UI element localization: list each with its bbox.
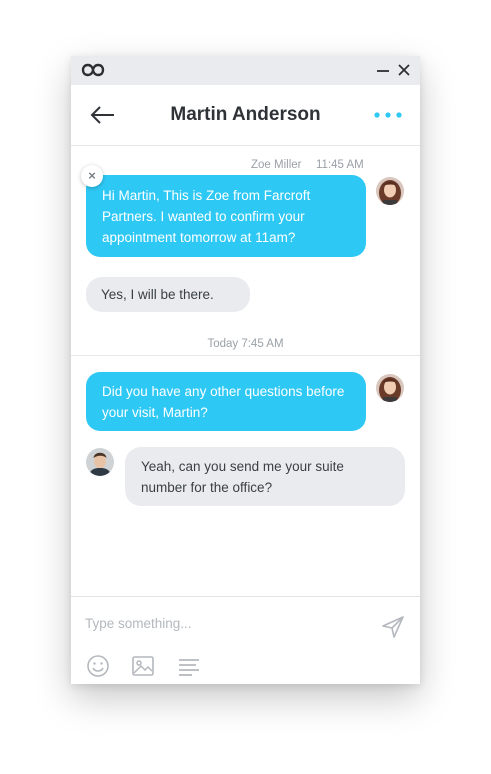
close-icon[interactable] xyxy=(396,62,412,78)
message-time: 11:45 AM xyxy=(316,159,364,171)
message-text: Did you have any other questions before … xyxy=(102,384,345,420)
message-text: Yeah, can you send me your suite number … xyxy=(141,459,344,495)
separator-line xyxy=(71,355,420,356)
avatar-zoe xyxy=(376,177,404,205)
infinity-logo-icon xyxy=(81,63,105,77)
dismiss-message-button[interactable]: × xyxy=(81,165,103,187)
minimize-icon[interactable] xyxy=(375,62,391,78)
image-icon[interactable] xyxy=(130,653,156,679)
day-separator: Today 7:45 AM xyxy=(207,338,284,350)
chat-window: Martin Anderson Zoe Miller 11:45 AM Hi M… xyxy=(71,56,420,684)
more-dots-icon[interactable] xyxy=(373,111,403,119)
outgoing-message[interactable]: Hi Martin, This is Zoe from Farcroft Par… xyxy=(86,175,366,257)
avatar-martin xyxy=(86,448,114,476)
message-sender: Zoe Miller xyxy=(251,159,302,171)
message-input[interactable] xyxy=(85,612,365,634)
window-titlebar[interactable] xyxy=(71,56,420,85)
send-icon[interactable] xyxy=(380,614,406,640)
emoji-icon[interactable] xyxy=(85,653,111,679)
contact-name: Martin Anderson xyxy=(170,104,321,125)
chat-header: Martin Anderson xyxy=(71,85,420,146)
message-text: Yes, I will be there. xyxy=(101,287,214,302)
outgoing-message[interactable]: Did you have any other questions before … xyxy=(86,372,366,431)
incoming-message[interactable]: Yeah, can you send me your suite number … xyxy=(125,447,405,506)
avatar-zoe xyxy=(376,374,404,402)
message-text: Hi Martin, This is Zoe from Farcroft Par… xyxy=(102,188,311,245)
incoming-message[interactable]: Yes, I will be there. xyxy=(86,277,250,312)
arrow-left-icon[interactable] xyxy=(89,105,117,125)
composer xyxy=(71,596,420,684)
text-format-icon[interactable] xyxy=(176,653,202,679)
